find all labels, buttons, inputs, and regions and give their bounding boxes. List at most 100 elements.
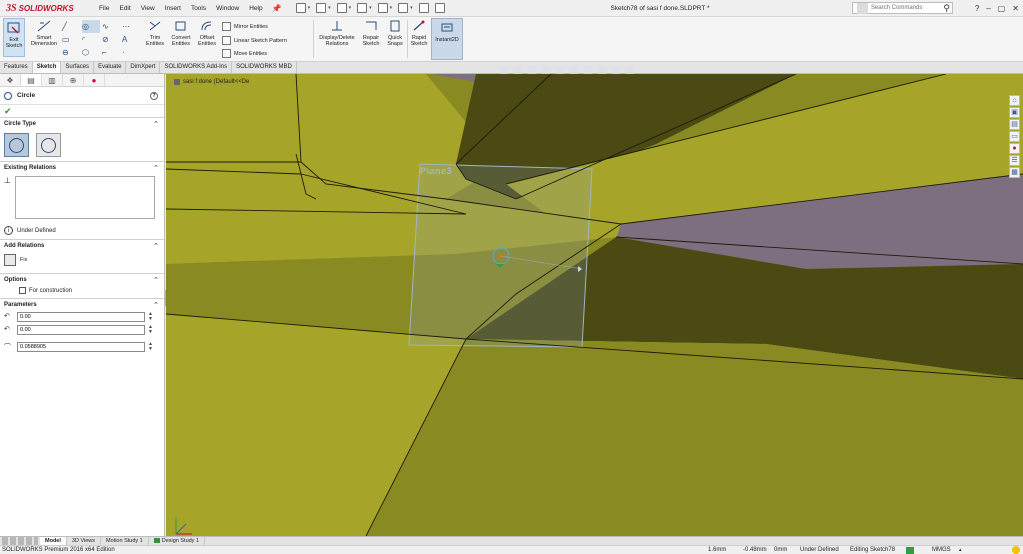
fix-relation-button[interactable]: Fix: [0, 251, 164, 269]
collapse-chevron-icon[interactable]: ⌃: [153, 120, 159, 128]
for-construction-checkbox[interactable]: [19, 287, 26, 294]
resources-icon[interactable]: ▣: [1009, 107, 1020, 118]
tab-evaluate[interactable]: Evaluate: [94, 62, 127, 73]
menu-help[interactable]: Help: [244, 0, 267, 17]
repair-sketch-button[interactable]: Repair Sketch: [360, 19, 382, 47]
view-palette-icon[interactable]: ▦: [1009, 167, 1020, 178]
file-explorer-icon[interactable]: ▭: [1009, 131, 1020, 142]
solidworks-logo[interactable]: 3S SOLIDWORKS: [0, 0, 86, 17]
center-x-spinner-icon[interactable]: ▲ ▼: [148, 311, 153, 322]
save-icon[interactable]: [336, 3, 347, 13]
trim-entities-button[interactable]: Trim Entities: [145, 19, 165, 47]
graphics-area[interactable]: sasi f done (Default<<De Plane3: [166, 74, 1023, 536]
tab-sketch[interactable]: Sketch: [32, 62, 62, 73]
tab-surfaces[interactable]: Surfaces: [61, 62, 95, 73]
collapse-chevron-icon[interactable]: ⌃: [153, 164, 159, 172]
select-caret-icon[interactable]: ▾: [410, 5, 413, 11]
tab-features[interactable]: Features: [0, 62, 33, 73]
slot-icon[interactable]: ⊖: [62, 46, 80, 59]
line-icon[interactable]: ╱: [62, 20, 80, 33]
tab-design-study[interactable]: Design Study 1: [149, 537, 206, 545]
tab-addins[interactable]: SOLIDWORKS Add-Ins: [160, 62, 233, 73]
new-caret-icon[interactable]: ▾: [308, 5, 311, 11]
menu-window[interactable]: Window: [211, 0, 244, 17]
center-x-input[interactable]: [17, 311, 145, 322]
undo-caret-icon[interactable]: ▾: [390, 5, 393, 11]
perimeter-circle-button[interactable]: [36, 133, 61, 157]
for-construction-option[interactable]: For construction: [0, 285, 164, 298]
parameters-header[interactable]: Parameters ⌃: [0, 299, 164, 310]
circle-type-header[interactable]: Circle Type ⌃: [0, 118, 164, 129]
display-style-icon[interactable]: [570, 66, 578, 74]
close-button[interactable]: ✕: [1012, 4, 1019, 13]
search-commands[interactable]: Search Commands ⚲: [852, 2, 953, 14]
collapse-chevron-icon[interactable]: ⌃: [153, 276, 159, 284]
point-icon[interactable]: ·: [122, 46, 140, 59]
maximize-button[interactable]: ▢: [998, 4, 1006, 13]
minimize-button[interactable]: –: [986, 4, 990, 13]
property-manager-tab-icon[interactable]: ▤: [21, 74, 42, 86]
collapse-chevron-icon[interactable]: ⌃: [153, 301, 159, 309]
mirror-entities-button[interactable]: Mirror Entities: [222, 22, 268, 31]
tab-motion-study[interactable]: Motion Study 1: [101, 537, 149, 545]
help-icon[interactable]: ?: [150, 91, 158, 100]
tab-3d-views[interactable]: 3D Views: [67, 537, 102, 545]
text-icon[interactable]: A: [122, 33, 140, 46]
units-selector[interactable]: MMGS: [932, 546, 951, 554]
tab-navigation-icon[interactable]: [2, 537, 38, 545]
exit-sketch-button[interactable]: Exit Sketch: [3, 18, 25, 57]
configuration-tab-icon[interactable]: ▥: [42, 74, 63, 86]
feature-tree-tab-icon[interactable]: ❖: [0, 74, 21, 86]
rectangle-icon[interactable]: ▭: [62, 33, 80, 46]
zoom-area-icon[interactable]: [514, 66, 522, 74]
new-document-icon[interactable]: [295, 3, 306, 13]
previous-view-icon[interactable]: [528, 66, 536, 74]
rebuild-status-icon[interactable]: [906, 547, 914, 554]
options-header[interactable]: Options ⌃: [0, 274, 164, 285]
save-caret-icon[interactable]: ▾: [349, 5, 352, 11]
tab-dimxpert[interactable]: DimXpert: [126, 62, 161, 73]
center-y-input[interactable]: [17, 324, 145, 335]
quick-snaps-button[interactable]: Quick Snaps: [385, 19, 405, 47]
instant2d-button[interactable]: Instant2D: [431, 18, 463, 60]
polygon-icon[interactable]: ⬡: [82, 46, 100, 59]
rapid-sketch-button[interactable]: Rapid Sketch: [409, 19, 429, 47]
offset-entities-button[interactable]: Offset Entities: [196, 19, 218, 47]
search-mode-icon[interactable]: [857, 2, 868, 14]
open-icon[interactable]: [316, 3, 327, 13]
dots-icon[interactable]: ⋯: [122, 20, 140, 33]
options-icon[interactable]: [434, 3, 445, 13]
home-icon[interactable]: ⌂: [1009, 95, 1020, 106]
units-caret-icon[interactable]: ▴: [959, 546, 962, 554]
open-caret-icon[interactable]: ▾: [328, 5, 331, 11]
circle-tool-icon[interactable]: ◎: [82, 20, 100, 33]
hide-show-icon[interactable]: [584, 66, 592, 74]
custom-properties-icon[interactable]: ☰: [1009, 155, 1020, 166]
menu-view[interactable]: View: [136, 0, 160, 17]
plane-icon[interactable]: ⊘: [102, 33, 120, 46]
menu-tools[interactable]: Tools: [186, 0, 211, 17]
select-icon[interactable]: [398, 3, 409, 13]
search-icon[interactable]: ⚲: [943, 3, 950, 14]
feature-breadcrumb[interactable]: sasi f done (Default<<De: [174, 79, 249, 85]
dimxpert-tab-icon[interactable]: ⊕: [63, 74, 84, 86]
pin-icon[interactable]: 📌: [272, 4, 282, 13]
search-input[interactable]: Search Commands: [871, 5, 943, 11]
relations-list[interactable]: [14, 176, 155, 219]
radius-input[interactable]: [17, 341, 145, 352]
scene-icon[interactable]: [612, 66, 620, 74]
center-circle-button[interactable]: [4, 133, 29, 157]
linear-sketch-pattern-button[interactable]: Linear Sketch Pattern: [222, 36, 287, 45]
existing-relations-header[interactable]: Existing Relations ⌃: [0, 162, 164, 173]
smart-dimension-button[interactable]: Smart Dimension: [30, 19, 58, 47]
display-delete-relations-button[interactable]: Display/Delete Relations: [316, 19, 358, 47]
ok-checkmark-button[interactable]: ✔: [0, 105, 164, 117]
menu-insert[interactable]: Insert: [160, 0, 186, 17]
notification-icon[interactable]: [1012, 546, 1020, 554]
print-icon[interactable]: [357, 3, 368, 13]
section-view-icon[interactable]: [542, 66, 550, 74]
add-relations-header[interactable]: Add Relations ⌃: [0, 240, 164, 251]
appearances-icon[interactable]: ●: [1009, 143, 1020, 154]
tab-mbd[interactable]: SOLIDWORKS MBD: [232, 62, 297, 73]
view-orientation-icon[interactable]: [556, 66, 564, 74]
